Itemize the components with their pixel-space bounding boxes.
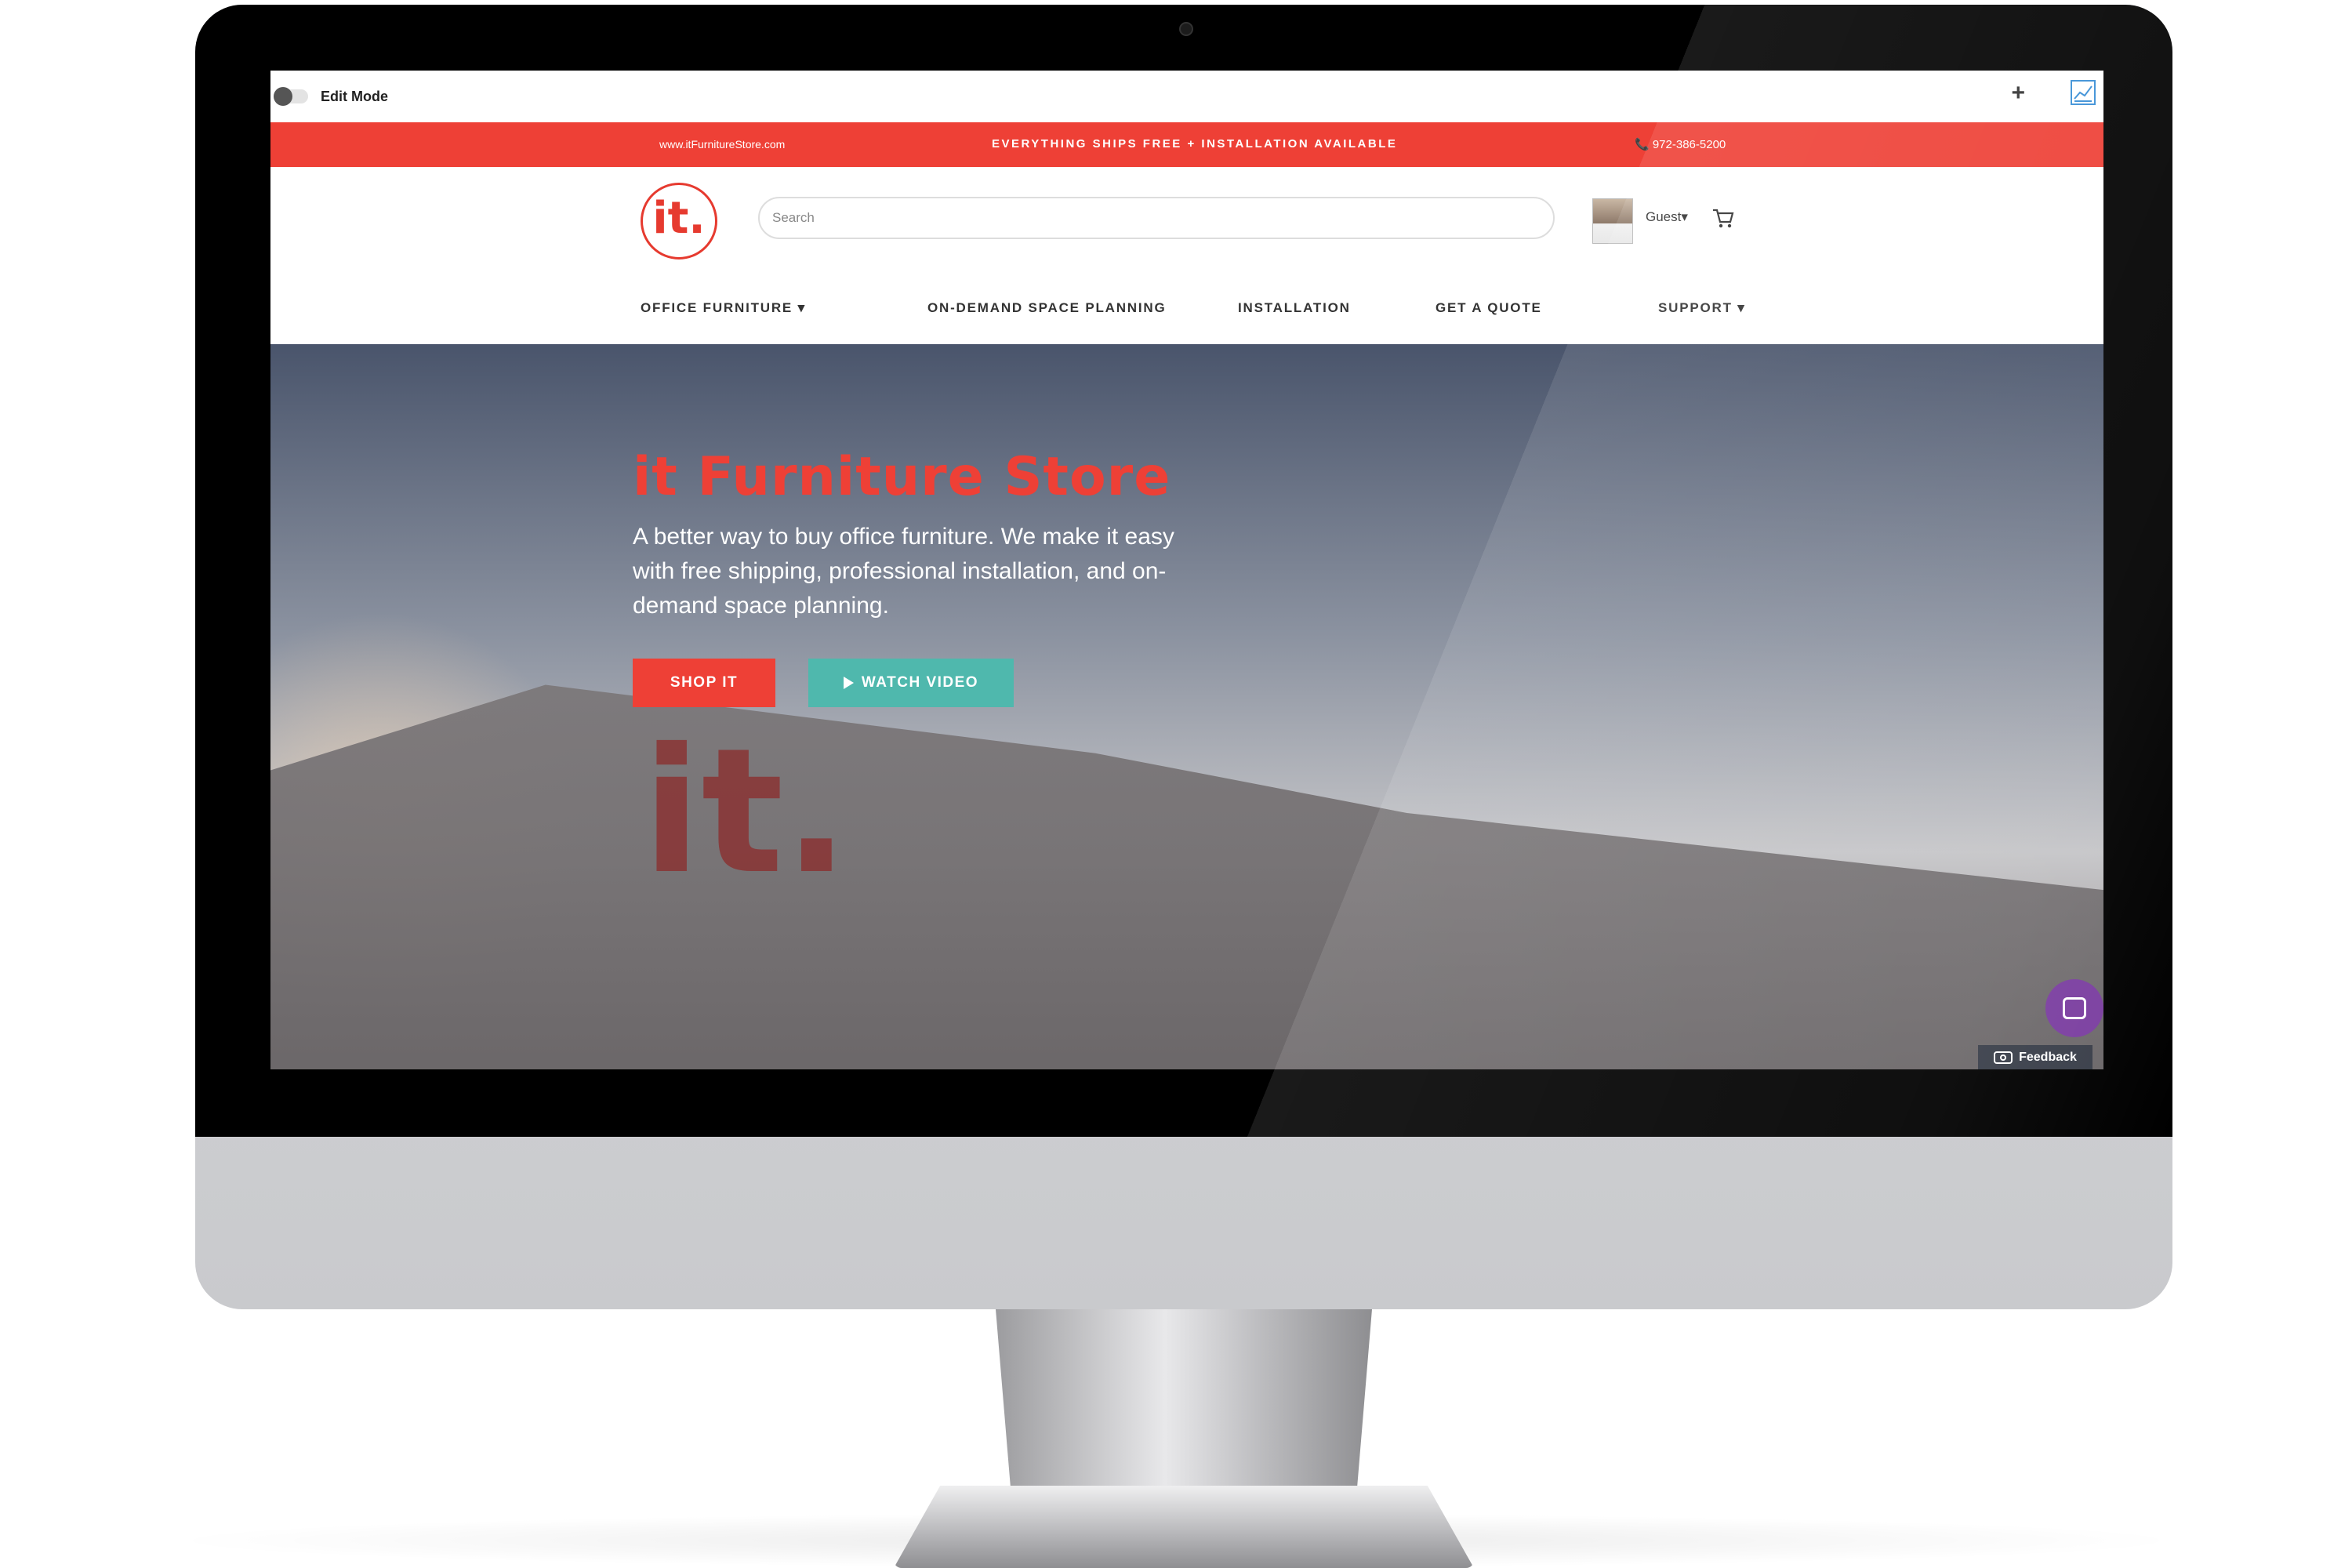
monitor-frame: Edit Mode + www.itFurnitureStore.com EVE… (195, 5, 2172, 1309)
shop-it-button[interactable]: SHOP IT (633, 659, 775, 707)
edit-mode-label: Edit Mode (321, 88, 388, 104)
watch-video-label: WATCH VIDEO (861, 674, 979, 691)
hero-title: it Furniture Store (633, 446, 1171, 508)
shop-it-label: SHOP IT (670, 674, 739, 691)
main-nav: OFFICE FURNITURE ▾ ON-DEMAND SPACE PLANN… (270, 274, 2103, 344)
user-menu-dropdown[interactable]: Guest▾ (1646, 209, 1688, 225)
monitor-stand (894, 1309, 1474, 1568)
feedback-label: Feedback (2019, 1050, 2077, 1064)
hero-description: A better way to buy office furniture. We… (633, 524, 1174, 619)
chat-widget-button[interactable] (2045, 979, 2103, 1037)
browser-screen: Edit Mode + www.itFurnitureStore.com EVE… (270, 71, 2103, 1069)
nav-installation[interactable]: INSTALLATION (1238, 300, 1351, 316)
edit-mode-toggle[interactable] (274, 87, 308, 106)
cart-icon[interactable] (1711, 206, 1735, 230)
stand-neck (996, 1309, 1372, 1490)
nav-get-a-quote[interactable]: GET A QUOTE (1436, 300, 1542, 316)
nav-space-planning[interactable]: ON-DEMAND SPACE PLANNING (927, 300, 1167, 316)
nav-office-furniture[interactable]: OFFICE FURNITURE ▾ (641, 300, 806, 316)
stand-base (894, 1486, 1474, 1568)
chat-icon (2063, 997, 2086, 1019)
shipping-message: EVERYTHING SHIPS FREE + INSTALLATION AVA… (992, 137, 1398, 151)
wall-sign: it. (642, 711, 850, 912)
hero-banner: it. it Furniture Store A better way to b… (270, 344, 2103, 1069)
logo-text: it. (652, 193, 706, 244)
promo-bar: www.itFurnitureStore.com EVERYTHING SHIP… (270, 122, 2103, 167)
site-logo[interactable]: it. (641, 183, 717, 260)
toggle-knob (274, 87, 292, 106)
play-icon (843, 677, 854, 689)
camera-icon (1994, 1051, 2013, 1064)
analytics-icon[interactable] (2071, 80, 2096, 105)
search-input[interactable] (758, 197, 1555, 239)
feedback-button[interactable]: Feedback (1978, 1045, 2092, 1069)
site-header: it. Guest▾ (270, 167, 2103, 274)
site-url-link[interactable]: www.itFurnitureStore.com (659, 138, 785, 151)
edit-mode-bar: Edit Mode + (270, 71, 2103, 123)
nav-support[interactable]: SUPPORT ▾ (1658, 300, 1746, 316)
user-avatar[interactable] (1592, 198, 1633, 244)
watch-video-button[interactable]: WATCH VIDEO (808, 659, 1014, 707)
building-background (270, 684, 2103, 1069)
webcam (1179, 22, 1193, 36)
add-button[interactable]: + (2011, 82, 2025, 105)
phone-link[interactable]: 📞 972-386-5200 (1635, 137, 1726, 151)
